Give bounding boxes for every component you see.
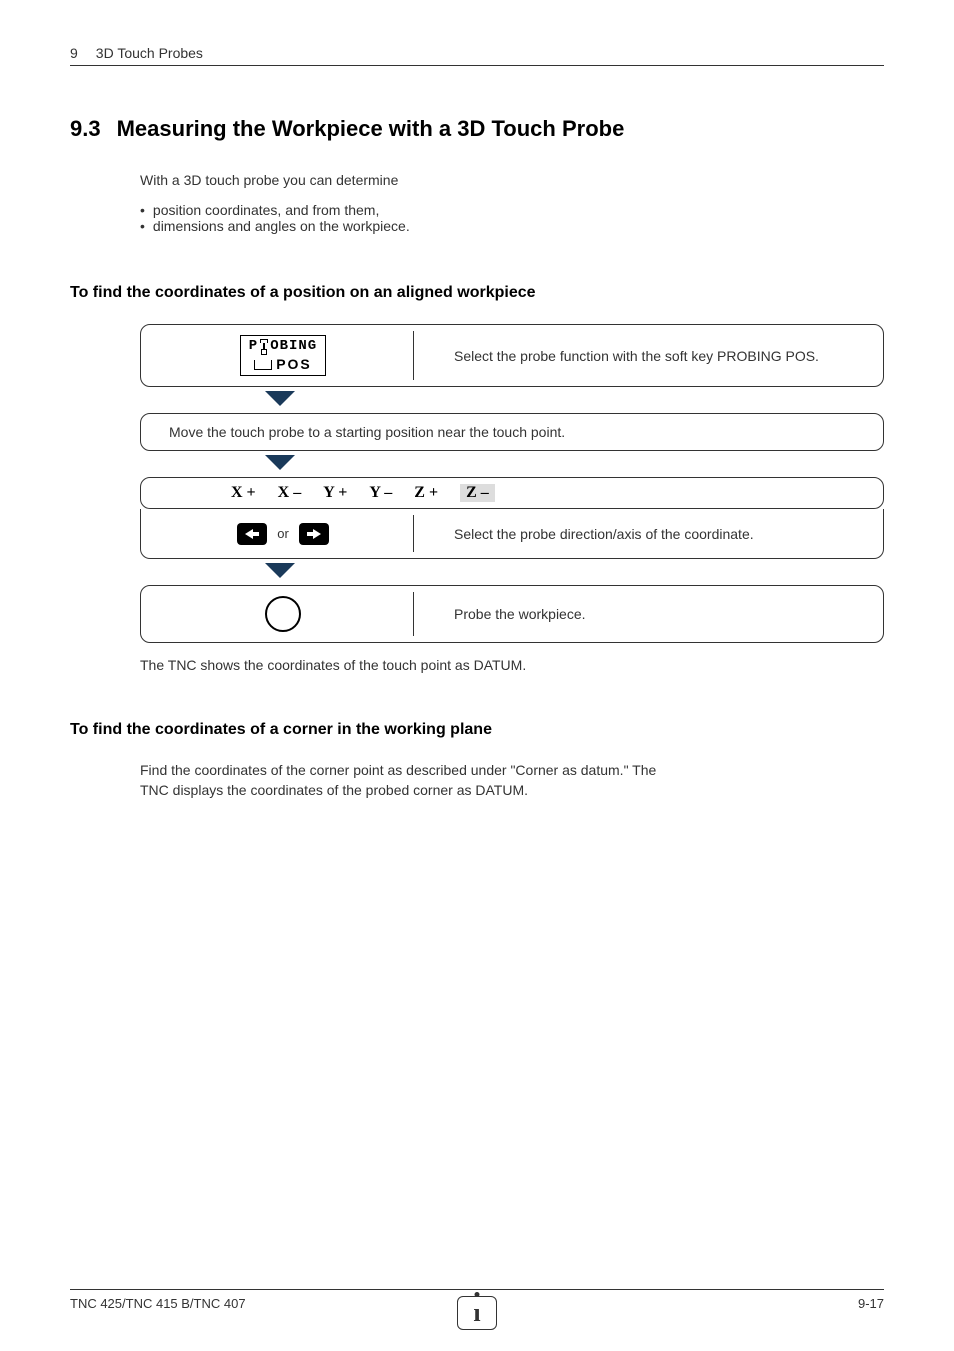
step-text: Probe the workpiece. — [414, 606, 871, 622]
start-button-cell — [153, 592, 413, 636]
axis-option: X – — [278, 484, 302, 502]
or-label: or — [277, 526, 289, 541]
footer-page-number: 9-17 — [858, 1296, 884, 1311]
probe-icon — [260, 339, 268, 355]
body-paragraph: Find the coordinates of the corner point… — [140, 761, 660, 800]
info-icon: ı — [457, 1296, 497, 1330]
probing-pos-softkey[interactable]: P OBING POS — [240, 335, 326, 376]
flow-arrow-icon — [140, 391, 884, 409]
nc-start-button[interactable] — [265, 596, 301, 632]
bullet-item: dimensions and angles on the workpiece. — [153, 218, 410, 234]
subsection-heading: To find the coordinates of a corner in t… — [70, 721, 884, 739]
chapter-number: 9 — [70, 45, 78, 61]
subsection-heading: To find the coordinates of a position on… — [70, 284, 884, 302]
axis-option: Z + — [414, 484, 438, 502]
page-footer: TNC 425/TNC 415 B/TNC 407 ı 9-17 — [70, 1289, 884, 1311]
axis-selection-row: X + X – Y + Y – Z + Z – — [140, 477, 884, 509]
chapter-title: 3D Touch Probes — [96, 45, 203, 61]
flow-step: or Select the probe direction/axis of th… — [140, 509, 884, 559]
footer-left: TNC 425/TNC 415 B/TNC 407 — [70, 1296, 246, 1311]
axis-option: Y + — [323, 484, 347, 502]
section-title-row: 9.3 Measuring the Workpiece with a 3D To… — [70, 116, 884, 142]
step-text: Select the probe function with the soft … — [414, 348, 871, 364]
arrow-right-key[interactable] — [299, 523, 329, 545]
softkey-line1-rest: OBING — [270, 339, 317, 354]
section-number: 9.3 — [70, 116, 101, 142]
arrow-keys-cell: or — [153, 519, 413, 549]
flow-step: Move the touch probe to a starting posit… — [140, 413, 884, 451]
intro-text: With a 3D touch probe you can determine — [140, 172, 884, 188]
softkey-line2: POS — [276, 357, 312, 372]
arrow-left-key[interactable] — [237, 523, 267, 545]
flow-step: Probe the workpiece. — [140, 585, 884, 643]
step-text: Select the probe direction/axis of the c… — [414, 526, 871, 542]
page-header: 9 3D Touch Probes — [70, 45, 884, 66]
result-text: The TNC shows the coordinates of the tou… — [140, 657, 884, 673]
intro-bullets: position coordinates, and from them, dim… — [140, 202, 884, 234]
datum-rect-icon — [254, 360, 272, 370]
axis-option: Y – — [369, 484, 392, 502]
softkey-cell: P OBING POS — [153, 331, 413, 380]
section-heading: Measuring the Workpiece with a 3D Touch … — [117, 116, 625, 142]
flow-arrow-icon — [140, 563, 884, 581]
axis-option-highlighted: Z – — [460, 484, 495, 502]
step-text: Move the touch probe to a starting posit… — [169, 424, 565, 440]
bullet-item: position coordinates, and from them, — [153, 202, 379, 218]
flow-arrow-icon — [140, 455, 884, 473]
axis-option: X + — [231, 484, 256, 502]
flow-step: P OBING POS Select the probe function wi… — [140, 324, 884, 387]
